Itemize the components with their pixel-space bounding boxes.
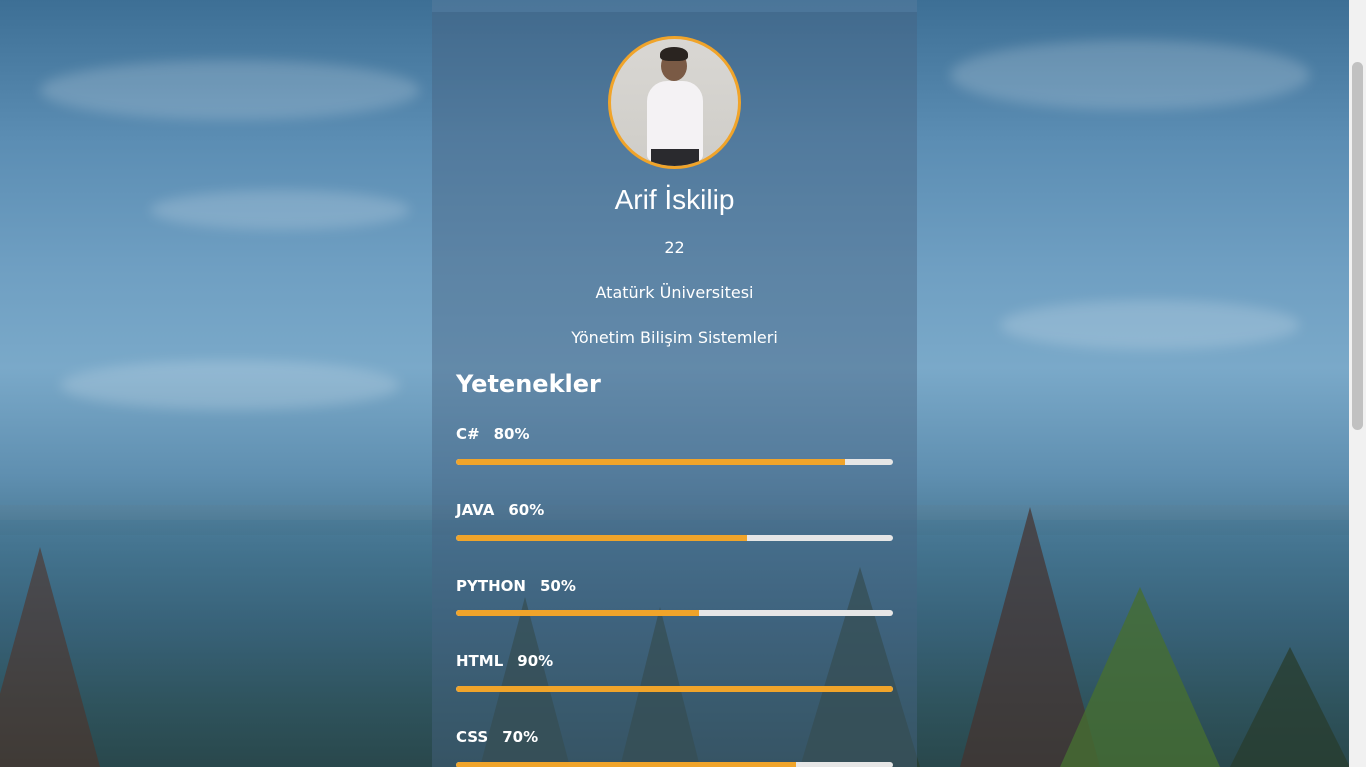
skill-label: JAVA 60% [456, 501, 893, 521]
profile-name: Arif İskilip [614, 184, 735, 215]
profile-avatar [608, 36, 741, 169]
skill-percent: 50% [539, 577, 576, 595]
skill-name: JAVA [456, 501, 495, 519]
page-scrollbar[interactable] [1349, 0, 1366, 767]
skill-percent: 60% [508, 501, 545, 519]
skill-progress-bar [456, 459, 893, 465]
skill-progress-fill [456, 610, 699, 616]
skill-progress-bar [456, 762, 893, 767]
skill-progress-fill [456, 762, 796, 767]
skill-label: C# 80% [456, 425, 893, 445]
skill-progress-fill [456, 459, 845, 465]
skill-item: PYTHON 50% [456, 577, 893, 616]
profile-university: Atatürk Üniversitesi [595, 283, 754, 302]
skill-progress-fill [456, 686, 893, 692]
skill-label: PYTHON 50% [456, 577, 893, 597]
skill-item: CSS 70% [456, 728, 893, 767]
skill-name: CSS [456, 728, 489, 746]
skill-progress-bar [456, 610, 893, 616]
skill-name: HTML [456, 652, 504, 670]
skill-label: HTML 90% [456, 652, 893, 672]
profile-age: 22 [664, 238, 685, 257]
card-top-edge [432, 0, 917, 12]
skill-progress-bar [456, 535, 893, 541]
skill-item: C# 80% [456, 425, 893, 465]
skill-progress-fill [456, 535, 748, 541]
profile-department: Yönetim Bilişim Sistemleri [571, 328, 778, 347]
skill-label: CSS 70% [456, 728, 893, 748]
skill-percent: 90% [517, 652, 554, 670]
skill-progress-bar [456, 686, 893, 692]
skills-title: Yetenekler [456, 370, 601, 398]
scrollbar-thumb[interactable] [1352, 62, 1363, 430]
skill-name: PYTHON [456, 577, 526, 595]
skill-percent: 70% [502, 728, 539, 746]
skill-item: HTML 90% [456, 652, 893, 692]
skill-percent: 80% [493, 425, 530, 443]
skill-item: JAVA 60% [456, 501, 893, 541]
skill-name: C# [456, 425, 480, 443]
